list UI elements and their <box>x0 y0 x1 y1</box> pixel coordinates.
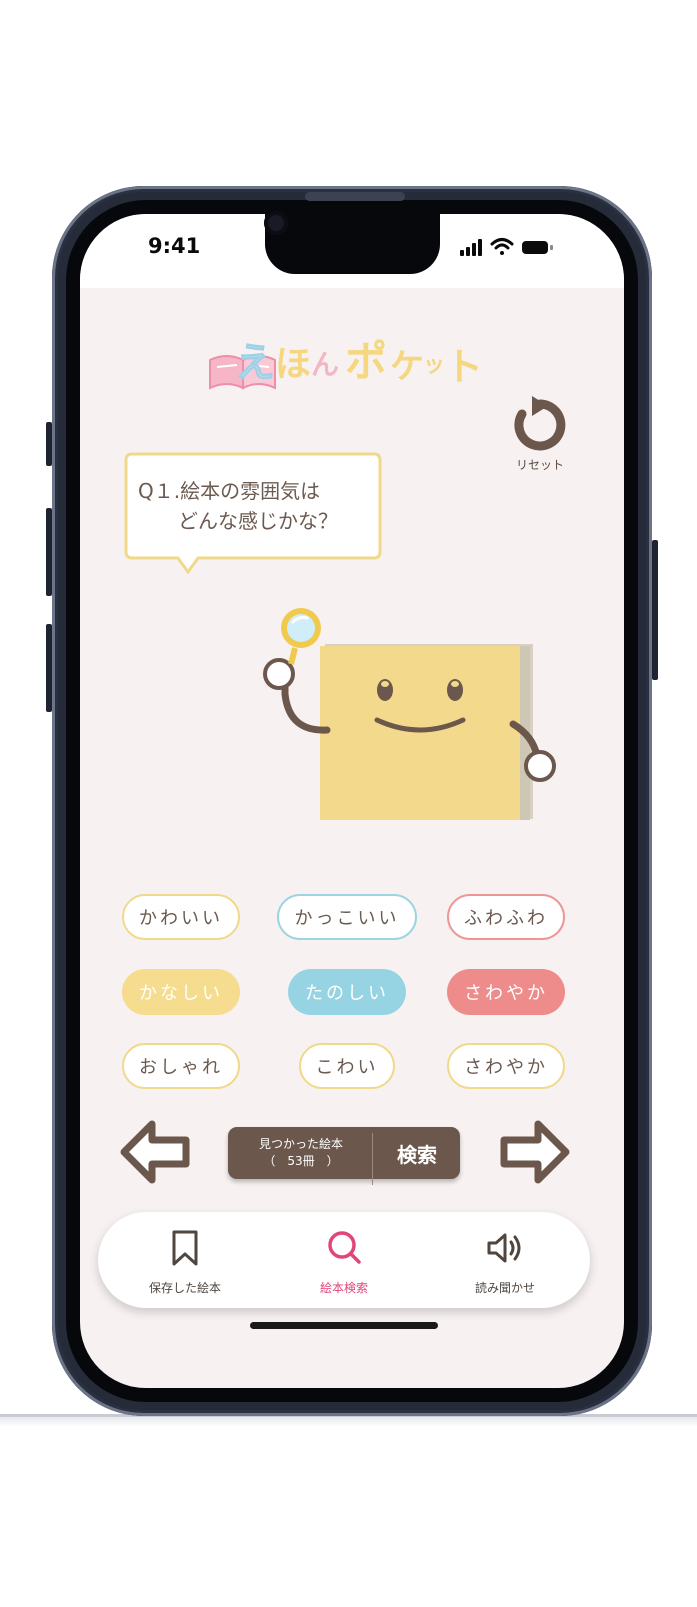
choice-chip-kawaii[interactable]: かわいい <box>122 894 240 940</box>
choice-chip-fuwafuwa[interactable]: ふわふわ <box>447 894 565 940</box>
found-books-label: 見つかった絵本 <box>258 1137 343 1151</box>
prev-arrow-button[interactable] <box>120 1120 192 1184</box>
home-indicator <box>250 1322 438 1329</box>
reset-icon <box>514 396 566 451</box>
question-text: Q１.絵本の雰囲気は どんな感じかな？ <box>138 479 338 533</box>
status-time: 9:41 <box>148 234 201 258</box>
search-button[interactable]: 検索 <box>374 1127 460 1179</box>
wifi-icon <box>490 238 514 255</box>
reset-button[interactable]: リセット <box>500 394 580 474</box>
bookmark-icon <box>172 1230 198 1266</box>
choice-chip-sawayaka-2[interactable]: さわやか <box>447 1043 565 1089</box>
choice-chip-oshare[interactable]: おしゃれ <box>122 1043 240 1089</box>
choice-chip-tanoshii[interactable]: たのしい <box>288 969 406 1015</box>
choice-chip-kanashii[interactable]: かなしい <box>122 969 240 1015</box>
svg-text:ん: ん <box>311 348 339 381</box>
reset-label: リセット <box>515 458 564 472</box>
app-logo: え ほ ん ポ ケ ッ ト <box>209 337 483 390</box>
tab-book-search-label: 絵本検索 <box>319 1281 368 1295</box>
shelf-shadow <box>0 1417 697 1427</box>
phone-speaker <box>305 192 405 201</box>
battery-icon <box>522 241 553 254</box>
status-icons <box>460 238 553 256</box>
svg-text:ケ: ケ <box>390 347 424 387</box>
tab-read-aloud-label: 読み聞かせ <box>474 1281 535 1295</box>
book-mascot-illustration <box>263 608 556 820</box>
tab-book-search[interactable]: 絵本検索 <box>269 1212 419 1308</box>
tab-saved-books-label: 保存した絵本 <box>148 1281 221 1295</box>
arrow-left-icon <box>120 1120 190 1184</box>
svg-text:ッ: ッ <box>423 353 445 378</box>
front-camera <box>264 211 288 235</box>
tab-saved-books[interactable]: 保存した絵本 <box>110 1212 260 1308</box>
svg-text:ほ: ほ <box>275 344 311 385</box>
tab-read-aloud[interactable]: 読み聞かせ <box>430 1212 580 1308</box>
choice-chip-kakkoii[interactable]: かっこいい <box>277 894 417 940</box>
notch <box>265 214 440 274</box>
search-bar: 見つかった絵本 （ 53冊 ） 検索 <box>228 1127 460 1185</box>
bottom-tab-bar: 保存した絵本 絵本検索 読み聞かせ <box>98 1212 590 1308</box>
speaker-icon <box>487 1233 521 1263</box>
choice-chip-sawayaka[interactable]: さわやか <box>447 969 565 1015</box>
next-arrow-button[interactable] <box>498 1120 570 1184</box>
svg-text:ポ: ポ <box>345 337 387 386</box>
arrow-right-icon <box>500 1120 570 1184</box>
choice-chip-kowai[interactable]: こわい <box>299 1043 395 1089</box>
svg-text:え: え <box>235 340 275 386</box>
svg-text:ト: ト <box>445 345 483 389</box>
search-divider <box>372 1133 373 1185</box>
found-books-count: （ 53冊 ） <box>263 1154 339 1168</box>
power-button <box>652 540 658 680</box>
search-icon <box>328 1231 361 1264</box>
signal-icon <box>460 239 482 256</box>
